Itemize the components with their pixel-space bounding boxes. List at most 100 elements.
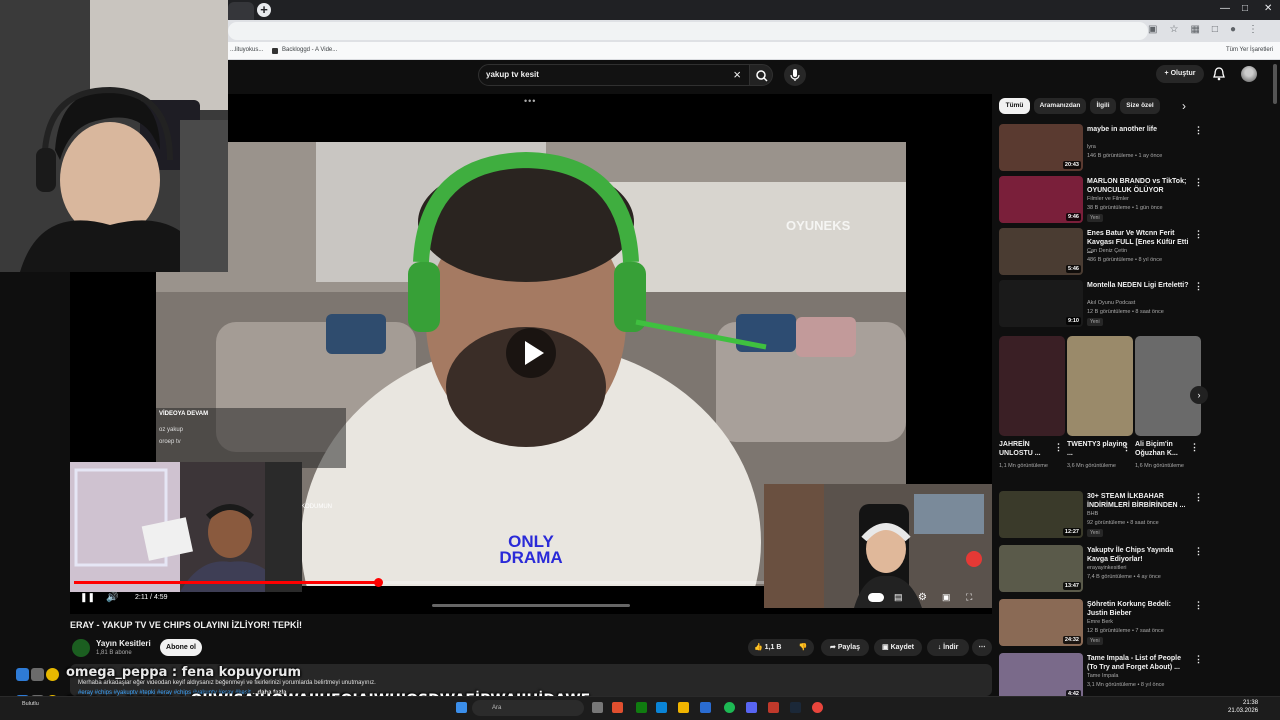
video-thumbnail[interactable]: 20:43 — [999, 124, 1083, 171]
rec-video-title[interactable]: Şöhretin Korkunç Bedeli: Justin Bieber — [1087, 600, 1191, 618]
video-thumbnail[interactable]: 12:27 — [999, 491, 1083, 538]
chip-from-search[interactable]: Aramanızdan — [1034, 98, 1086, 114]
video-thumbnail[interactable]: 24:32 — [999, 599, 1083, 646]
more-vertical-icon[interactable]: ⋮ — [1194, 125, 1203, 136]
autoplay-toggle[interactable] — [868, 593, 884, 602]
pause-icon[interactable]: ❚❚ — [80, 592, 95, 603]
more-vertical-icon[interactable]: ⋮ — [1194, 492, 1203, 503]
progress-bar[interactable] — [74, 578, 764, 587]
rec-video-title[interactable]: Tame Impala - List of People (To Try and… — [1087, 654, 1191, 672]
taskbar-search[interactable]: Ara — [472, 700, 584, 716]
more-actions-button[interactable]: ⋯ — [972, 639, 992, 656]
task-view-icon[interactable] — [592, 702, 603, 713]
search-button[interactable] — [749, 64, 773, 86]
rec-channel[interactable]: lyra — [1087, 144, 1191, 151]
short-thumbnail[interactable] — [1135, 336, 1201, 436]
xbox-icon[interactable] — [636, 702, 647, 713]
voice-search-button[interactable] — [784, 64, 806, 86]
more-vertical-icon[interactable]: ⋮ — [1190, 442, 1199, 453]
minimize-icon[interactable]: — — [1220, 3, 1230, 14]
bookmark-item[interactable]: Backloggd - A Vide... — [282, 47, 337, 53]
weather-widget[interactable]: Bulutlu — [22, 701, 39, 707]
settings-gear-icon[interactable]: ⚙ — [918, 592, 927, 603]
download-button[interactable]: ↓ İndir — [927, 639, 969, 656]
more-vertical-icon[interactable]: ⋮ — [1194, 177, 1203, 188]
rec-channel[interactable]: Filmler ve Filmler — [1087, 196, 1191, 203]
browser-tab[interactable] — [228, 2, 254, 20]
video-thumbnail[interactable]: 9:46 — [999, 176, 1083, 223]
system-clock[interactable]: 21:38 21.03.2026 — [1228, 699, 1258, 715]
notifications-bell-icon[interactable] — [1212, 66, 1226, 82]
channel-name[interactable]: Yayın Kesitleri — [96, 639, 151, 648]
video-thumbnail[interactable]: 5:46 — [999, 228, 1083, 275]
rec-channel[interactable]: BHB — [1087, 511, 1191, 518]
rec-video-title[interactable]: maybe in another life — [1087, 125, 1191, 134]
more-vertical-icon[interactable]: ⋮ — [1194, 654, 1203, 665]
short-title[interactable]: TWENTY3 playing ... — [1067, 440, 1127, 458]
spotify-icon[interactable] — [724, 702, 735, 713]
subscribe-button[interactable]: Abone ol — [160, 639, 202, 656]
rec-channel[interactable]: Emre Berk — [1087, 619, 1191, 626]
short-thumbnail[interactable] — [999, 336, 1065, 436]
url-field[interactable] — [228, 22, 1148, 40]
fullscreen-icon[interactable]: ⛶ — [966, 592, 972, 603]
more-vertical-icon[interactable]: ⋮ — [1054, 442, 1063, 453]
progress-scrubber[interactable] — [373, 578, 383, 587]
account-avatar[interactable] — [1241, 66, 1257, 82]
dislike-button[interactable]: 👎 — [792, 639, 814, 656]
short-title[interactable]: JAHREİN UNLOSTU ... — [999, 440, 1059, 458]
store-icon[interactable] — [700, 702, 711, 713]
more-vertical-icon[interactable]: ⋮ — [1194, 546, 1203, 557]
chip-for-you[interactable]: Size özel — [1120, 98, 1160, 114]
search-input[interactable]: yakup tv kesit × — [478, 64, 750, 86]
shorts-next-button[interactable]: › — [1190, 386, 1208, 404]
rec-video-title[interactable]: MARLON BRANDO vs TikTok; OYUNCULUK ÖLÜYO… — [1087, 177, 1191, 195]
cast-icon[interactable]: ▣ — [1148, 24, 1157, 35]
rec-video-title[interactable]: Montella NEDEN Ligi Erteletti? — [1087, 281, 1191, 290]
sidepanel-icon[interactable]: □ — [1212, 24, 1218, 35]
more-dots-icon[interactable]: ••• — [524, 96, 536, 106]
chrome-icon[interactable] — [812, 702, 823, 713]
new-tab-button[interactable]: + — [257, 3, 271, 17]
video-thumbnail[interactable]: 4:42 — [999, 653, 1083, 700]
rec-video-title[interactable]: Yakuptv İle Chips Yayında Kavga Ediyorla… — [1087, 546, 1191, 564]
maximize-icon[interactable]: □ — [1242, 3, 1248, 14]
channel-avatar[interactable] — [72, 639, 90, 657]
bookmark-item[interactable]: ...lituyokus... — [230, 47, 263, 53]
extensions-icon[interactable]: ▦ — [1190, 24, 1199, 35]
video-thumbnail[interactable]: 13:47 — [999, 545, 1083, 592]
save-button[interactable]: ▣ Kaydet — [874, 639, 922, 656]
scrollbar-thumb[interactable] — [1273, 64, 1277, 104]
all-bookmarks[interactable]: Tüm Yer İşaretleri — [1226, 47, 1273, 53]
volume-icon[interactable]: 🔊 — [106, 592, 118, 603]
steam-icon[interactable] — [790, 702, 801, 713]
copilot-icon[interactable] — [612, 702, 623, 713]
miniplayer-icon[interactable]: ▣ — [942, 592, 951, 603]
bookmark-star-icon[interactable]: ☆ — [1169, 24, 1178, 35]
short-title[interactable]: Ali Biçim'in Oğuzhan K... — [1135, 440, 1195, 458]
profile-icon[interactable]: ● — [1230, 24, 1236, 35]
share-button[interactable]: ➦ Paylaş — [821, 639, 869, 656]
chip-related[interactable]: İlgili — [1090, 98, 1116, 114]
more-vertical-icon[interactable]: ⋮ — [1122, 442, 1131, 453]
more-vertical-icon[interactable]: ⋮ — [1194, 600, 1203, 611]
short-thumbnail[interactable] — [1067, 336, 1133, 436]
rec-channel[interactable]: Can Deniz Çetin — [1087, 248, 1191, 255]
subtitles-icon[interactable]: ▤ — [894, 592, 903, 603]
play-button[interactable] — [506, 328, 556, 378]
more-vertical-icon[interactable]: ⋮ — [1194, 229, 1203, 240]
menu-icon[interactable]: ⋮ — [1248, 24, 1258, 35]
clear-search-icon[interactable]: × — [733, 67, 741, 82]
start-windows-icon[interactable] — [456, 702, 467, 713]
video-thumbnail[interactable]: 9:10 — [999, 280, 1083, 327]
edge-icon[interactable] — [656, 702, 667, 713]
chip-all[interactable]: Tümü — [999, 98, 1030, 114]
create-button[interactable]: + Oluştur — [1156, 65, 1204, 83]
rec-channel[interactable]: Akıl Oyunu Podcast — [1087, 300, 1191, 307]
close-window-icon[interactable]: ✕ — [1264, 3, 1272, 14]
discord-icon[interactable] — [746, 702, 757, 713]
rec-video-title[interactable]: 30+ STEAM İLKBAHAR İNDİRİMLERİ BİRBİRİND… — [1087, 492, 1191, 510]
chevron-right-icon[interactable]: › — [1182, 99, 1186, 113]
app-icon[interactable] — [768, 702, 779, 713]
more-vertical-icon[interactable]: ⋮ — [1194, 281, 1203, 292]
